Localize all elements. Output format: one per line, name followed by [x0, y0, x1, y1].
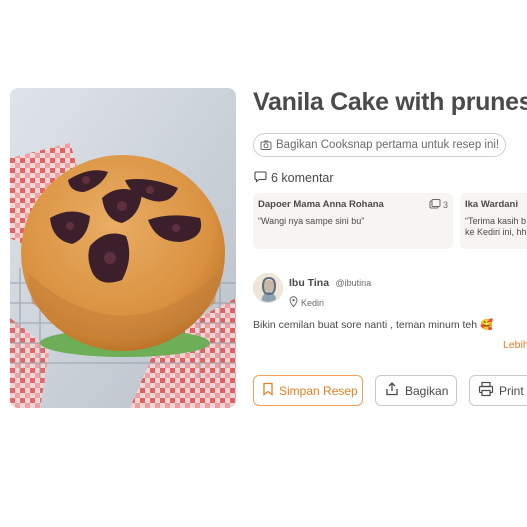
- comment-text: “Terima kasih b ke Kediri ini, hh: [465, 216, 527, 237]
- recipe-title: Vanila Cake with prunes: [253, 88, 527, 116]
- share-label: Bagikan: [405, 383, 449, 398]
- share-button[interactable]: Bagikan: [375, 375, 457, 406]
- read-more-link[interactable]: Lebih: [503, 339, 527, 351]
- location-label: Kediri: [301, 297, 325, 308]
- cooksnap-icon: [429, 199, 441, 211]
- bookmark-icon: [262, 382, 274, 399]
- author-name[interactable]: Ibu Tina: [289, 277, 329, 289]
- comments-count-label: 6 komentar: [271, 171, 334, 185]
- comments-header[interactable]: 6 komentar: [254, 170, 334, 186]
- cake-image: [10, 88, 236, 408]
- share-icon: [384, 381, 400, 400]
- comment-card[interactable]: Ika Wardani “Terima kasih b ke Kediri in…: [460, 193, 527, 249]
- cooksnap-label: Bagikan Cooksnap pertama untuk resep ini…: [276, 139, 500, 151]
- author-info: Ibu Tina @ibutina Kediri: [289, 273, 371, 309]
- print-label: Print: [499, 383, 524, 398]
- author-location: Kediri: [289, 296, 371, 309]
- avatar[interactable]: [253, 273, 283, 303]
- comment-author: Dapoer Mama Anna Rohana: [258, 199, 384, 210]
- recipe-photo: [10, 88, 236, 408]
- cooksnap-count-value: 3: [442, 200, 448, 210]
- save-recipe-button[interactable]: Simpan Resep: [253, 375, 363, 406]
- printer-icon: [478, 381, 494, 400]
- save-recipe-label: Simpan Resep: [279, 383, 358, 398]
- camera-icon: [260, 139, 272, 151]
- comment-author: Ika Wardani: [465, 199, 518, 210]
- print-button[interactable]: Print: [469, 375, 527, 406]
- location-pin-icon: [289, 296, 298, 309]
- comment-icon: [254, 170, 267, 186]
- author-block[interactable]: Ibu Tina @ibutina Kediri: [253, 273, 371, 309]
- cooksnap-button[interactable]: Bagikan Cooksnap pertama untuk resep ini…: [253, 133, 507, 157]
- cooksnap-count: 3: [429, 199, 448, 211]
- comment-card[interactable]: Dapoer Mama Anna Rohana “Wangi nya sampe…: [253, 193, 453, 249]
- recipe-description: Bikin cemilan buat sore nanti , teman mi…: [253, 319, 494, 331]
- comment-text: “Wangi nya sampe sini bu”: [258, 216, 365, 226]
- author-handle: @ibutina: [335, 278, 372, 288]
